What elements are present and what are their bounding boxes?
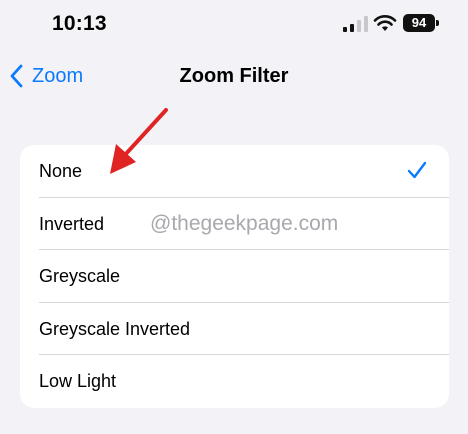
status-time: 10:13 [52, 12, 107, 35]
option-label: Greyscale Inverted [39, 318, 191, 339]
option-label: Low Light [39, 371, 117, 392]
option-none[interactable]: None [20, 145, 449, 198]
navigation-bar: Zoom Zoom Filter [0, 52, 468, 100]
page-title: Zoom Filter [179, 65, 289, 87]
status-bar: 10:13 94 [0, 0, 468, 50]
option-label: None [39, 161, 83, 181]
option-label: Greyscale [39, 266, 121, 287]
checkmark-icon [407, 161, 427, 179]
option-greyscale[interactable]: Greyscale [20, 250, 449, 303]
zoom-filter-options: None Inverted Greyscale Greyscale Invert… [20, 145, 449, 408]
battery-cap [436, 20, 439, 26]
wifi-icon [373, 15, 397, 31]
cellular-signal-icon [343, 16, 368, 32]
option-low-light[interactable]: Low Light [20, 355, 449, 408]
option-label: Inverted [39, 213, 105, 234]
option-greyscale-inverted[interactable]: Greyscale Inverted [20, 303, 449, 356]
battery-icon: 94 [403, 14, 435, 32]
watermark-text: @thegeekpage.com [150, 212, 339, 235]
